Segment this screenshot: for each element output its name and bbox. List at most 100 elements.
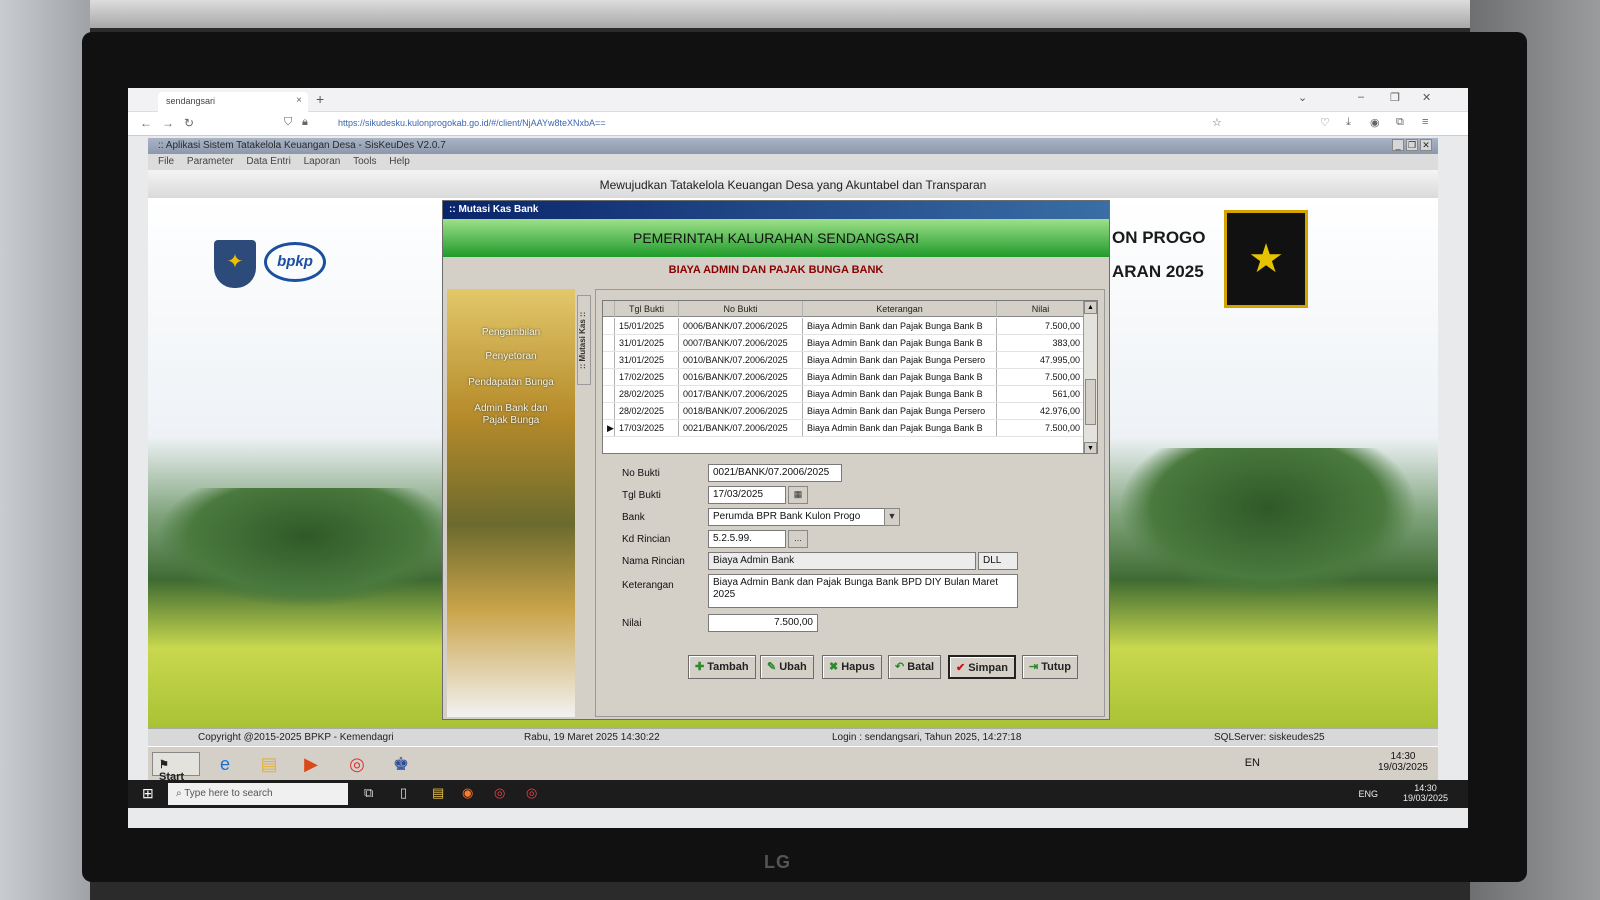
tab-list-icon[interactable]: ⌄: [1298, 91, 1307, 104]
close-icon[interactable]: ×: [296, 95, 302, 106]
file-icon[interactable]: ▯: [400, 785, 407, 801]
pocket-icon[interactable]: ♡: [1320, 116, 1330, 129]
close-window-icon[interactable]: ✕: [1422, 91, 1431, 104]
mutasi-kas-tab[interactable]: :: Mutasi Kas ::: [577, 295, 591, 385]
app-restore-icon[interactable]: ❐: [1406, 139, 1418, 151]
lock-icon[interactable]: 🔒︎: [302, 116, 308, 129]
chrome-profile-icon[interactable]: ◎: [526, 785, 537, 801]
chrome-icon[interactable]: ◎: [344, 751, 370, 777]
cell-nilai: 7.500,00: [997, 318, 1085, 334]
url-bar[interactable]: https://sikudesku.kulonprogokab.go.id/#/…: [338, 118, 606, 128]
tambah-button[interactable]: ✚ Tambah: [688, 655, 756, 679]
side-menu-penyetoran[interactable]: Penyetoran: [447, 351, 575, 363]
checkmark-icon: ✔: [956, 662, 966, 674]
windows-taskbar: ⊞ ⌕ Type here to search ⧉ ▯ ▤ ◉ ◎ ◎ ENG …: [128, 780, 1468, 808]
menu-file[interactable]: File: [158, 156, 174, 167]
table-row[interactable]: ▶ 17/03/2025 0021/BANK/07.2006/2025 Biaya A…: [603, 420, 1097, 437]
cell-nilai: 7.500,00: [997, 369, 1085, 385]
hapus-button[interactable]: ✖ Hapus: [822, 655, 882, 679]
chevron-down-icon[interactable]: ▼: [884, 508, 900, 526]
keterangan-field[interactable]: Biaya Admin Bank dan Pajak Bunga Bank BP…: [708, 574, 1018, 608]
side-menu-pendapatan-bunga[interactable]: Pendapatan Bunga: [447, 377, 575, 389]
browser-tab[interactable]: sendangsari ×: [158, 92, 308, 112]
reload-icon[interactable]: ↻: [184, 116, 194, 130]
grid-header-keterangan[interactable]: Keterangan: [803, 301, 997, 317]
remote-lang-indicator[interactable]: EN: [1245, 757, 1260, 769]
table-row[interactable]: 15/01/2025 0006/BANK/07.2006/2025 Biaya Ad…: [603, 318, 1097, 335]
region-title-line2: ARAN 2025: [1112, 262, 1204, 281]
table-row[interactable]: 31/01/2025 0007/BANK/07.2006/2025 Biaya Ad…: [603, 335, 1097, 352]
grid-scrollbar[interactable]: ▲ ▼: [1083, 301, 1097, 453]
row-indicator: [603, 369, 615, 385]
table-row[interactable]: 31/01/2025 0010/BANK/07.2006/2025 Biaya Ad…: [603, 352, 1097, 369]
tutup-button[interactable]: ⇥ Tutup: [1022, 655, 1078, 679]
batal-button[interactable]: ↶ Batal: [888, 655, 942, 679]
menu-tools[interactable]: Tools: [353, 156, 376, 167]
download-icon[interactable]: ⤓: [1346, 116, 1351, 129]
chrome-icon[interactable]: ◎: [494, 785, 505, 801]
bookmark-star-icon[interactable]: ☆: [1212, 116, 1222, 129]
windows-lang[interactable]: ENG: [1358, 789, 1378, 799]
cell-nilai: 383,00: [997, 335, 1085, 351]
kd-rincian-field[interactable]: 5.2.5.99.: [708, 530, 786, 548]
grid-header-tgl-bukti[interactable]: Tgl Bukti: [615, 301, 679, 317]
internet-explorer-icon[interactable]: e: [212, 751, 238, 777]
edit-icon: ✎: [767, 661, 777, 673]
nilai-field[interactable]: 7.500,00: [708, 614, 818, 632]
scroll-up-icon[interactable]: ▲: [1084, 301, 1097, 314]
menu-icon[interactable]: ≡: [1422, 116, 1428, 128]
media-player-icon[interactable]: ▶: [298, 751, 324, 777]
windows-flag-icon: ⚑: [159, 759, 169, 771]
grid-header-no-bukti[interactable]: No Bukti: [679, 301, 803, 317]
forward-icon[interactable]: →: [162, 116, 174, 130]
app-close-icon[interactable]: ✕: [1420, 139, 1432, 151]
cell-keterangan: Biaya Admin Bank dan Pajak Bunga Bank B: [803, 369, 997, 385]
browse-rincian-button[interactable]: ...: [788, 530, 808, 548]
menu-laporan[interactable]: Laporan: [304, 156, 341, 167]
room-background-left: [0, 0, 90, 900]
new-tab-icon[interactable]: +: [316, 91, 324, 107]
side-menu-pengambilan[interactable]: Pengambilan: [447, 327, 575, 339]
folder-icon[interactable]: ▤: [256, 751, 282, 777]
add-icon: ✚: [695, 661, 705, 673]
calendar-icon[interactable]: ▦: [788, 486, 808, 504]
task-view-icon[interactable]: ⧉: [364, 785, 373, 801]
nama-rincian-field: Biaya Admin Bank: [708, 552, 976, 570]
simpan-button[interactable]: ✔ Simpan: [948, 655, 1016, 679]
table-row[interactable]: 28/02/2025 0018/BANK/07.2006/2025 Biaya Ad…: [603, 403, 1097, 420]
scroll-down-icon[interactable]: ▼: [1084, 442, 1097, 453]
bank-label: Bank: [622, 512, 645, 523]
table-row[interactable]: 28/02/2025 0017/BANK/07.2006/2025 Biaya Ad…: [603, 386, 1097, 403]
mutasi-grid[interactable]: Tgl Bukti No Bukti Keterangan Nilai 15/0…: [602, 300, 1098, 454]
no-bukti-field[interactable]: 0021/BANK/07.2006/2025: [708, 464, 842, 482]
menu-parameter[interactable]: Parameter: [187, 156, 234, 167]
account-icon[interactable]: ◉: [1370, 116, 1380, 129]
side-menu-admin-bank[interactable]: Admin Bank dan Pajak Bunga: [447, 403, 575, 427]
extensions-icon[interactable]: ⧉: [1396, 116, 1404, 129]
menu-help[interactable]: Help: [389, 156, 410, 167]
ubah-button[interactable]: ✎ Ubah: [760, 655, 814, 679]
app-title-bar: :: Aplikasi Sistem Tatakelola Keuangan D…: [148, 138, 1438, 154]
status-login: Login : sendangsari, Tahun 2025, 14:27:1…: [832, 732, 1022, 743]
tgl-bukti-field[interactable]: 17/03/2025: [708, 486, 786, 504]
palm-trees-left: [156, 488, 456, 608]
grid-header-nilai[interactable]: Nilai: [997, 301, 1085, 317]
firefox-icon[interactable]: ◉: [462, 785, 473, 801]
table-row[interactable]: 17/02/2025 0016/BANK/07.2006/2025 Biaya Ad…: [603, 369, 1097, 386]
menu-data-entri[interactable]: Data Entri: [246, 156, 290, 167]
back-icon[interactable]: ←: [140, 116, 152, 130]
cell-nilai: 47.995,00: [997, 352, 1085, 368]
minimize-icon[interactable]: –: [1358, 91, 1364, 103]
restore-icon[interactable]: ❐: [1390, 91, 1400, 104]
siskeudes-app-icon[interactable]: ♚: [388, 751, 414, 777]
app-minimize-icon[interactable]: _: [1392, 139, 1404, 151]
bpkp-logo: bpkp: [264, 242, 326, 282]
cell-keterangan: Biaya Admin Bank dan Pajak Bunga Bank B: [803, 386, 997, 402]
bank-select[interactable]: Perumda BPR Bank Kulon Progo: [708, 508, 886, 526]
taskbar-search-input[interactable]: ⌕ Type here to search: [168, 783, 348, 805]
file-explorer-icon[interactable]: ▤: [432, 785, 444, 801]
remote-start-button[interactable]: ⚑ Start: [152, 752, 200, 783]
shield-icon[interactable]: ⛉: [284, 116, 292, 129]
windows-start-icon[interactable]: ⊞: [142, 785, 154, 802]
scroll-thumb[interactable]: [1085, 379, 1096, 425]
